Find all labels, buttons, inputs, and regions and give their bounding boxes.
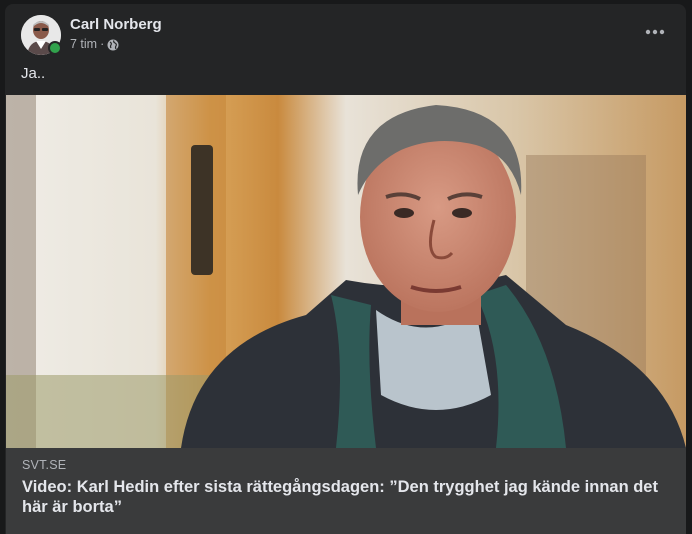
post-header: Carl Norberg 7 tim · (5, 4, 686, 58)
link-domain: SVT.SE (22, 458, 67, 472)
more-options-button[interactable] (640, 20, 670, 44)
news-photo (6, 95, 686, 448)
globe-icon[interactable] (107, 39, 119, 51)
author-avatar[interactable] (21, 15, 62, 55)
author-name[interactable]: Carl Norberg (70, 16, 162, 34)
link-info[interactable]: SVT.SE Video: Karl Hedin efter sista rät… (6, 448, 686, 534)
link-title[interactable]: Video: Karl Hedin efter sista rättegångs… (22, 477, 662, 517)
online-status-dot (48, 41, 62, 55)
post-meta: 7 tim · (70, 36, 119, 52)
link-preview[interactable]: SVT.SE Video: Karl Hedin efter sista rät… (6, 95, 686, 534)
post-caption: Ja.. (21, 65, 46, 82)
meta-separator: · (100, 37, 105, 51)
link-preview-image[interactable] (6, 95, 686, 448)
more-dots-icon (645, 29, 665, 35)
post-card: Carl Norberg 7 tim · Ja.. SVT.SE Video: … (5, 4, 686, 534)
post-time[interactable]: 7 tim (70, 36, 97, 52)
